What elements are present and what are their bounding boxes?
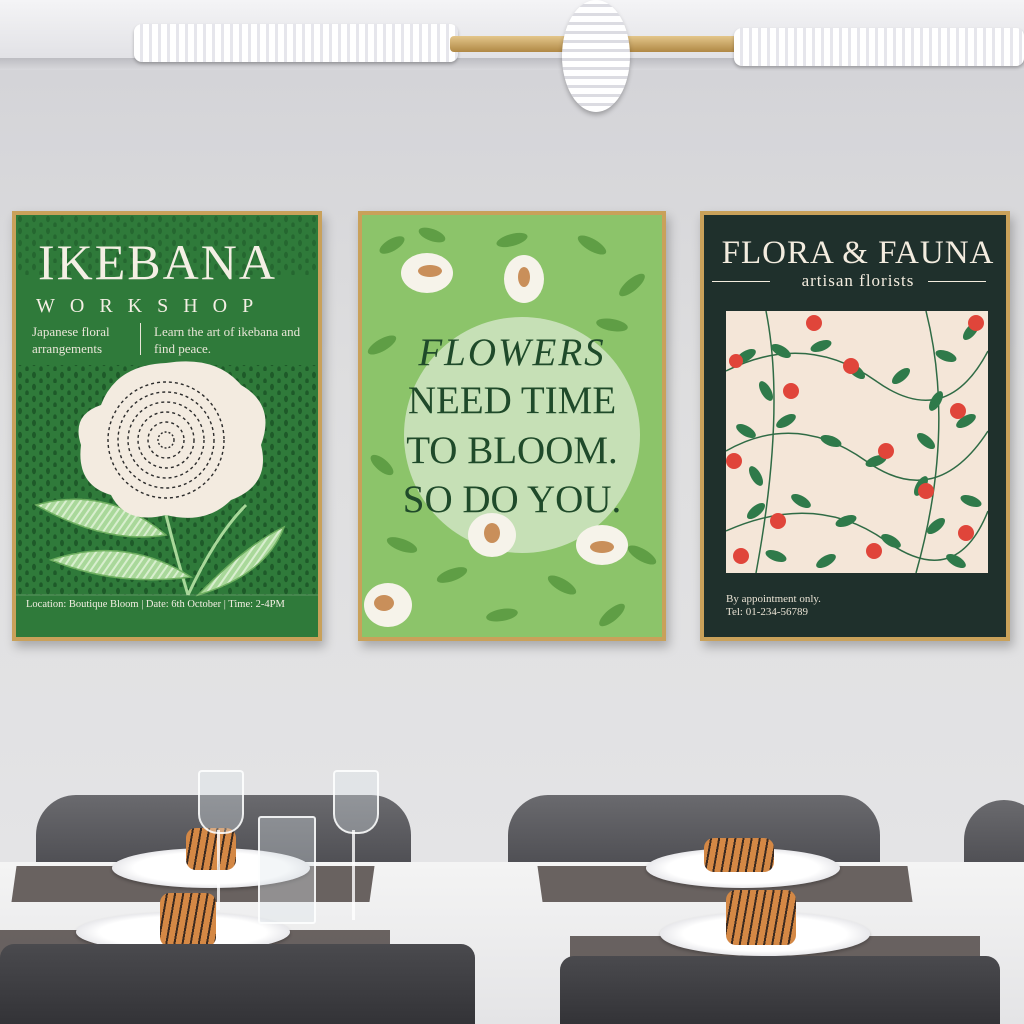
- water-glass: [258, 816, 316, 924]
- ikebana-event-info: Location: Boutique Bloom | Date: 6th Oct…: [26, 599, 285, 610]
- wine-glass-left-stem: [217, 830, 220, 910]
- napkin-front-left: [160, 893, 216, 947]
- flowers-line-3: TO BLOOM.: [406, 429, 618, 472]
- poster-flora-and-fauna: FLORA & FAUNA artisan florists By appoin…: [700, 211, 1010, 641]
- poster-ikebana-workshop: IKEBANA WORKSHOP Japanese floral arrange…: [12, 211, 322, 641]
- wine-glass-left: [198, 770, 244, 834]
- lamp-tube-left: [134, 24, 458, 62]
- flora-contact: By appointment only. Tel: 01-234-56789: [726, 593, 821, 619]
- ikebana-right-note: Learn the art of ikebana and find peace.: [154, 324, 301, 356]
- flowers-artwork: [364, 227, 657, 627]
- flora-phone: Tel: 01-234-56789: [726, 606, 809, 618]
- wine-glass-right-stem: [352, 830, 355, 920]
- flora-leaf-pattern: [725, 310, 989, 574]
- lamp-tube-right: [734, 28, 1024, 66]
- ikebana-subtitle: WORKSHOP: [36, 295, 269, 317]
- napkin-back-right: [704, 838, 774, 872]
- flora-rule-right: [928, 281, 986, 282]
- flowers-line-4: SO DO YOU.: [402, 478, 622, 521]
- ikebana-title: IKEBANA: [38, 234, 277, 290]
- flora-pattern-panel: [725, 310, 989, 574]
- napkin-front-right: [726, 890, 796, 945]
- flora-title: FLORA & FAUNA: [721, 235, 995, 271]
- chair-front-left: [0, 944, 475, 1024]
- flora-appointment-note: By appointment only.: [726, 593, 821, 605]
- chair-front-right: [560, 956, 1000, 1024]
- lamp-center-shade: [562, 0, 630, 112]
- ikebana-divider: [140, 323, 141, 355]
- poster-flowers-need-time: FLOWERS NEED TIME TO BLOOM. SO DO YOU.: [358, 211, 666, 641]
- napkin-back-left: [186, 828, 236, 870]
- flowers-line-1: FLOWERS: [418, 331, 606, 374]
- flowers-line-2: NEED TIME: [407, 379, 617, 422]
- ikebana-left-note: Japanese floral arrangements: [32, 324, 110, 356]
- wine-glass-right: [333, 770, 379, 834]
